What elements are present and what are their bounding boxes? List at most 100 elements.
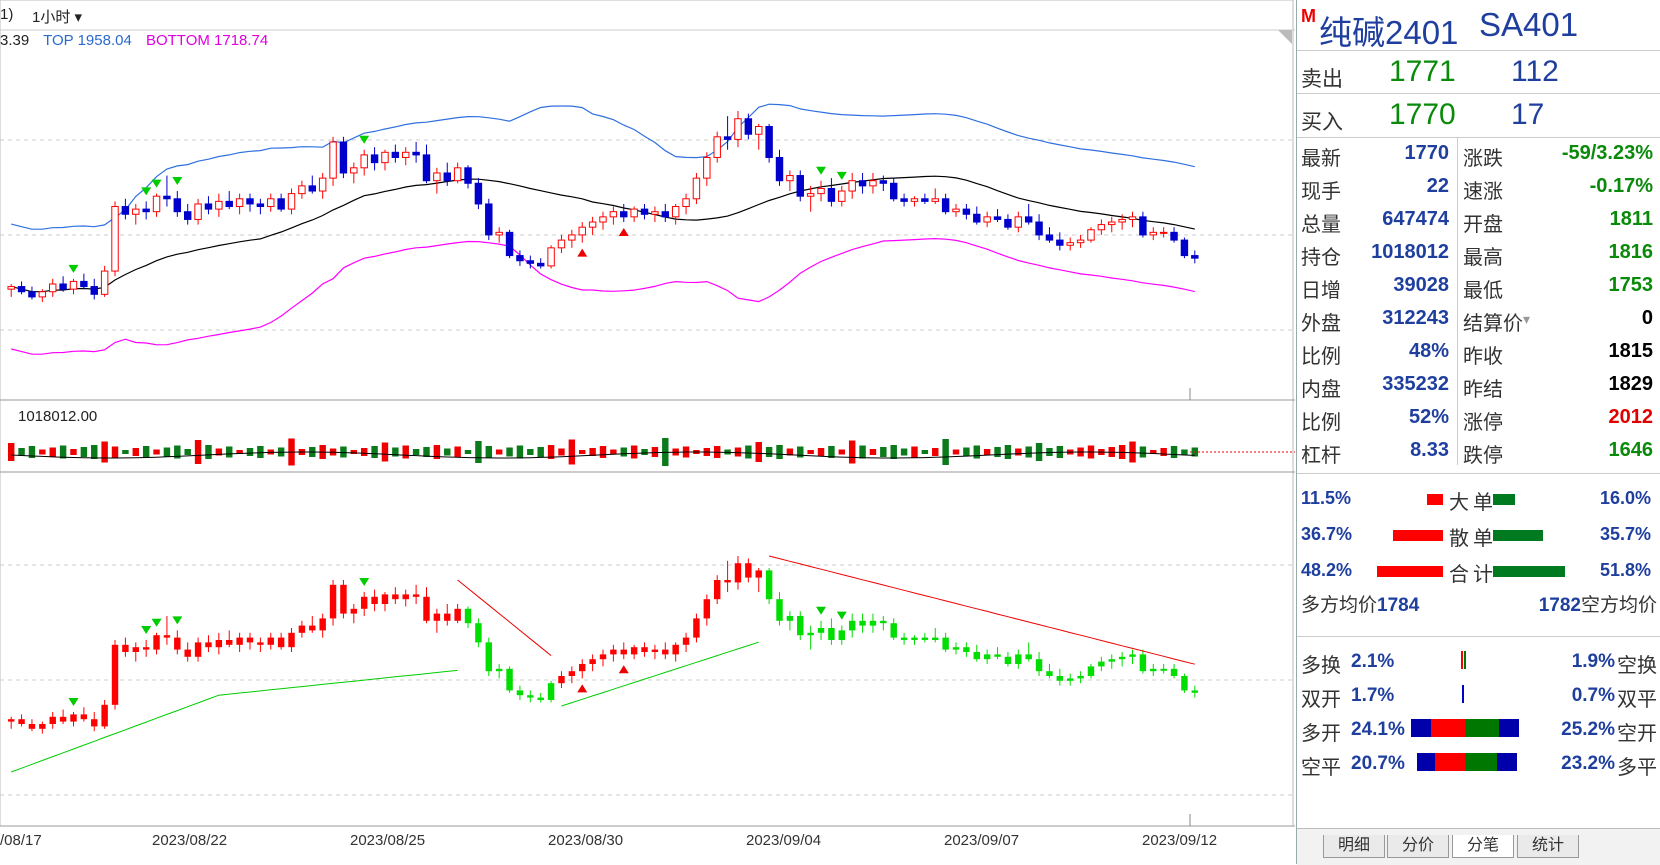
period-select[interactable]: 1小时 ▾ [32,6,82,27]
indicator-body [932,637,939,640]
indicator-body [485,642,493,672]
flow-value: 25.2% [1561,719,1615,740]
support-line [561,641,759,707]
candle-body [869,180,877,187]
candle-body [723,136,732,140]
volume-bar [973,445,980,459]
candle-body [1139,216,1147,236]
flow-label: 多换 [1301,655,1341,677]
stat-label: 开盘 [1463,214,1503,236]
volume-bar [80,447,88,457]
candle-body [1045,234,1054,241]
candle-body [993,216,1002,220]
panel-collapse-icon[interactable] [1278,30,1292,44]
candle-body [329,141,337,179]
volume-bar [226,446,233,458]
candle-body [775,156,784,182]
flow-label: 空平 [1301,757,1341,779]
stat-value: 22 [1426,175,1449,197]
candle-body [526,260,535,264]
candle-body [453,167,462,182]
volume-bar [734,447,742,457]
tab-ticks[interactable]: 分笔 [1452,835,1515,858]
chart-canvas[interactable] [0,0,1295,864]
indicator-body [1035,659,1043,672]
stat-value: 1816 [1608,241,1654,263]
indicator-body [1108,659,1115,662]
volume-bar [942,439,949,465]
signal-up-icon [577,684,588,693]
date-tick: 2023/08/25 [350,832,426,849]
chevron-down-icon[interactable]: ▾ [1523,311,1530,328]
ask-row: 卖出 1771 112 [1297,50,1660,94]
flow-label: 空开 [1617,723,1657,745]
indicator-body [495,668,503,672]
candle-body [1191,255,1199,259]
ask-price: 1771 [1389,55,1456,88]
indicator-body [620,649,627,655]
candle-body [381,151,389,164]
flow-value: 24.1% [1351,719,1405,740]
indicator-body [226,640,233,645]
chevron-down-icon[interactable]: ▾ [75,9,83,26]
volume-bar [246,448,254,456]
indicator-body [952,647,960,650]
candle-body [433,172,441,182]
volume-bar [579,450,586,454]
candle-body [599,216,607,223]
bid-price: 1770 [1389,98,1456,131]
volume-bar [1139,446,1147,458]
kline-chart[interactable]: 1) 1小时 ▾ 3.39 TOP 1958.04 BOTTOM 1718.74… [0,0,1295,864]
candle-body [620,211,628,218]
indicator-body [942,637,949,650]
indicator-body [724,580,731,583]
candle-body [132,208,140,215]
indicator-body [506,668,513,691]
flow-row: 双开 1.7% 0.7% 双平 [1297,677,1660,711]
stats-row: 内盘 335232 昨结 1829 [1297,369,1660,402]
stat-label: 速涨 [1463,181,1503,203]
candle-body [671,206,680,218]
stat-value: 335232 [1382,373,1449,395]
indicator-body [558,676,565,684]
flow-value: 2.1% [1351,651,1395,672]
period-label[interactable]: 1小时 [32,9,70,26]
indicator-body [360,596,368,609]
indicator-body [329,584,337,619]
volume-bar [381,442,389,462]
indicator-body [807,632,814,636]
volume-bar [101,441,108,463]
short-avg-value: 1782 [1538,595,1581,616]
stats-table: 最新 1770 涨跌 -59/3.23% 现手 22 速涨 -0.17% 总量 647474 开盘 1… [1297,137,1660,468]
volume-bar [1004,445,1012,459]
indicator-body [267,637,274,645]
stat-label: 跌停 [1463,445,1503,467]
order-type-label: 大单 [1449,492,1497,514]
tab-price-dist[interactable]: 分价 [1387,835,1450,858]
candle-body [1108,221,1116,226]
stat-label: 昨收 [1463,346,1503,368]
candle-body [111,206,119,272]
volume-bar [838,449,846,455]
tab-stats[interactable]: 统计 [1517,835,1580,858]
quote-panel: M 纯碱2401 SA401 卖出 1771 112 买入 1770 17 最新… [1296,0,1660,865]
indicator-body [547,683,555,700]
candle-body [267,198,275,208]
volume-value-label: 1018012.00 [18,408,98,425]
stat-value: 39028 [1393,274,1449,296]
tab-detail[interactable]: 明细 [1323,835,1386,858]
volume-bar [848,440,856,464]
indicator-body [444,613,451,621]
indicator-body [91,719,98,727]
flow-label: 空换 [1617,655,1657,677]
stat-label: 日增 [1301,280,1341,302]
order-sell-pct: 16.0% [1599,488,1651,508]
volume-bar [1025,446,1032,458]
flow-value: 1.7% [1351,685,1395,706]
stat-value: 52% [1408,406,1449,428]
candle-body [900,198,908,202]
indicator-body [641,647,648,652]
candle-body [183,211,192,220]
candle-body [827,187,836,202]
flow-label: 双开 [1301,689,1341,711]
